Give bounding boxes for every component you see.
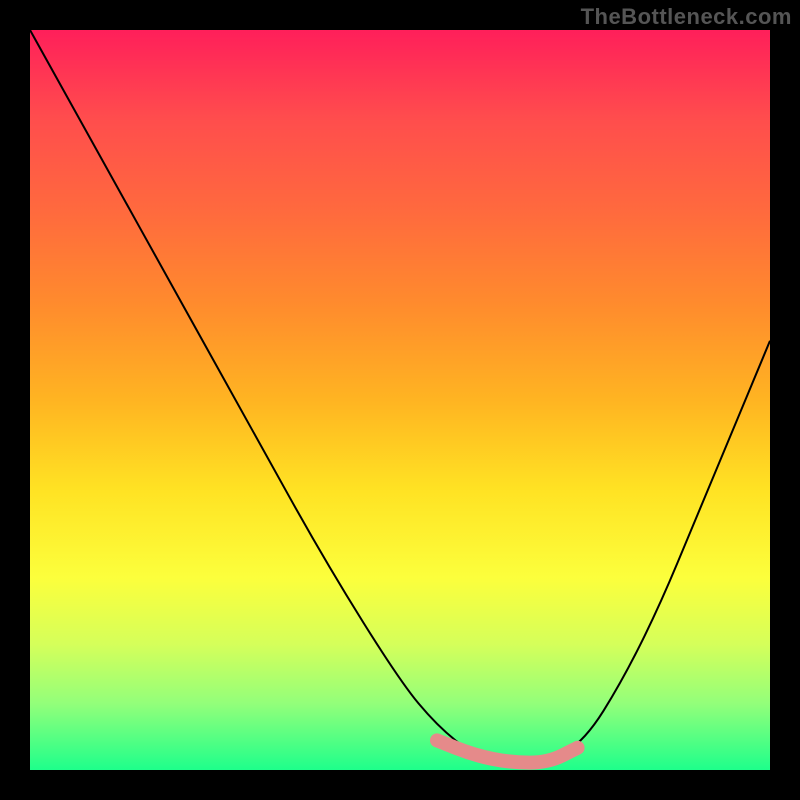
watermark-link[interactable]: TheBottleneck.com (581, 4, 792, 30)
chart-frame: TheBottleneck.com (0, 0, 800, 800)
bottleneck-curve (30, 30, 770, 770)
bottleneck-gradient-plot (30, 30, 770, 770)
